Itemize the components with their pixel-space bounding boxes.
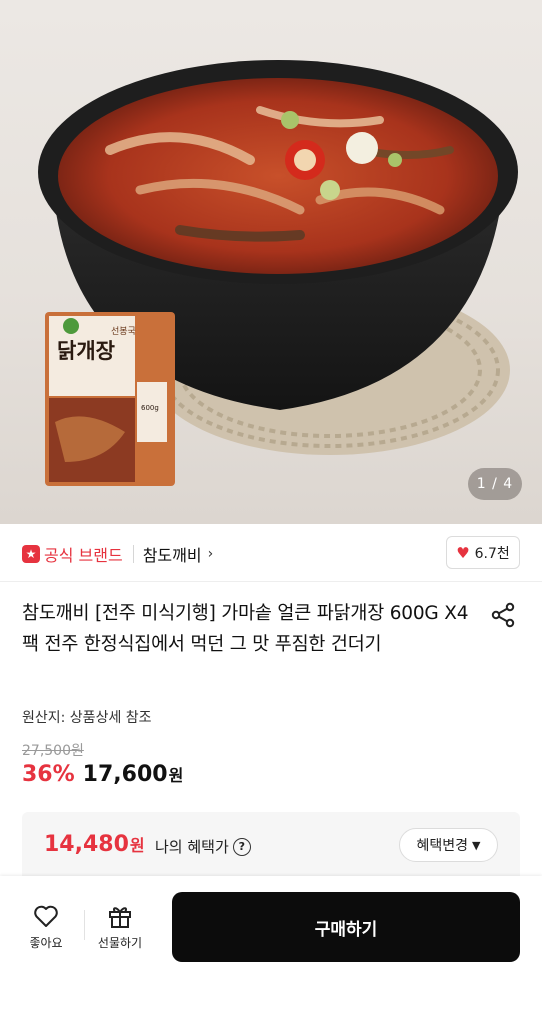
package-name: 닭개장	[57, 339, 115, 363]
brand-link[interactable]: ★ 공식 브랜드 참도깨비 ›	[22, 542, 213, 566]
chevron-right-icon: ›	[207, 546, 214, 562]
heart-outline-icon	[34, 905, 58, 927]
benefit-price-value: 14,480	[44, 832, 129, 857]
gift-icon	[109, 907, 131, 928]
divider	[84, 910, 85, 940]
package-weight: 600g	[141, 404, 159, 412]
brand-row: ★ 공식 브랜드 참도깨비 › ♥ 6.7천	[0, 524, 542, 582]
origin-info: 원산지: 상품상세 참조	[22, 710, 152, 726]
heart-icon: ♥	[456, 543, 470, 562]
brand-name-text: 참도깨비	[142, 546, 202, 565]
bottom-action-bar: 좋아요 선물하기 구매하기	[0, 876, 542, 1024]
benefit-price-unit: 원	[129, 836, 145, 855]
buy-button[interactable]: 구매하기	[172, 892, 520, 962]
product-title: 참도깨비 [전주 미식기행] 가마솥 얼큰 파닭개장 600G X4팩 전주 한…	[22, 603, 469, 655]
help-icon[interactable]: ?	[232, 837, 251, 856]
share-icon[interactable]	[490, 602, 516, 628]
like-button[interactable]: 좋아요	[16, 904, 76, 951]
benefit-label: 나의 혜택가 ?	[155, 836, 251, 857]
like-label: 좋아요	[29, 936, 63, 950]
sale-price: 17,600	[82, 762, 168, 787]
divider	[132, 545, 134, 563]
sale-price-unit: 원	[168, 766, 184, 785]
benefit-price: 14,480 원	[44, 832, 145, 857]
gift-button[interactable]: 선물하기	[90, 904, 150, 951]
official-star-icon: ★	[22, 545, 40, 563]
benefit-label-text: 나의 혜택가	[155, 838, 229, 856]
image-counter: 1 / 4	[468, 468, 522, 500]
like-count-button[interactable]: ♥ 6.7천	[446, 536, 520, 569]
package-top-text: 선봉국	[111, 326, 136, 337]
like-count: 6.7천	[474, 545, 510, 562]
chevron-down-icon: ▼	[472, 838, 481, 852]
benefit-price-box: 14,480 원 나의 혜택가 ? 혜택변경 ▼	[22, 812, 520, 876]
change-benefit-label: 혜택변경	[416, 838, 469, 854]
price-row: 36% 17,600 원	[22, 762, 183, 787]
product-image-gallery[interactable]: 선봉국 닭개장 600g 1 / 4	[0, 0, 542, 524]
gift-label: 선물하기	[97, 936, 143, 950]
official-brand-label: 공식 브랜드	[44, 546, 123, 565]
original-price: 27,500원	[22, 743, 84, 759]
change-benefit-button[interactable]: 혜택변경 ▼	[399, 828, 498, 862]
discount-rate: 36%	[22, 762, 75, 787]
brand-name[interactable]: 참도깨비 ›	[143, 542, 214, 566]
product-package-image: 선봉국 닭개장 600g	[45, 312, 175, 486]
